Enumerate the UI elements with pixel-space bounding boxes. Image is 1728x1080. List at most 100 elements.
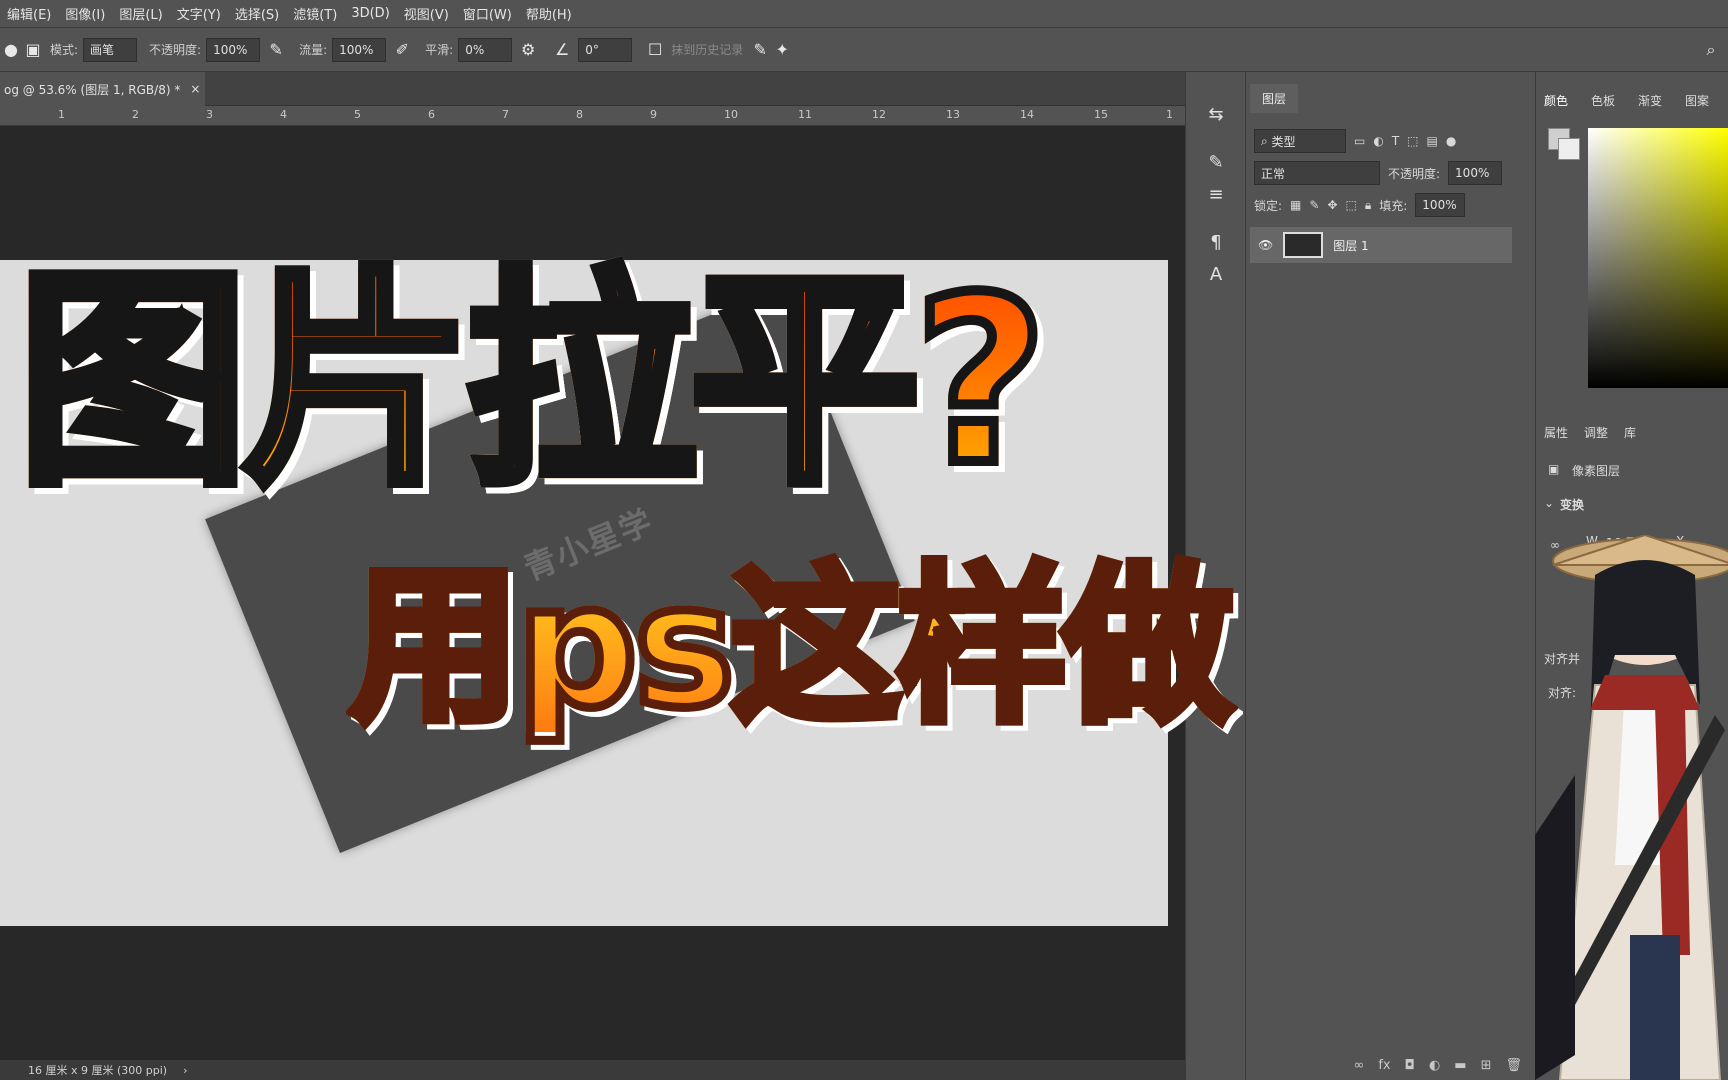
flow-field[interactable]: 100% [332,37,387,62]
filter-pixel-icon[interactable]: ▭ [1354,134,1365,148]
lock-label: 锁定: [1254,198,1283,213]
mode-select[interactable]: 画笔 [83,37,138,62]
new-layer-icon[interactable]: ⊞ [1481,1058,1492,1073]
history-group: ☐ 抹到历史记录 [644,39,743,61]
tab-properties[interactable]: 属性 [1544,424,1568,441]
lock-pixels-icon[interactable]: ✎ [1309,198,1319,212]
menu-view[interactable]: 视图(V) [404,4,449,23]
pressure-opacity-icon[interactable]: ✎ [265,39,287,61]
symmetry-icon[interactable]: ✦ [771,39,793,61]
history-panel-icon[interactable]: ⇆ [1204,102,1228,126]
menu-type[interactable]: 文字(Y) [177,4,221,23]
color-picker-field[interactable] [1588,128,1728,388]
brush-preset-icon[interactable]: ● [0,39,22,61]
status-bar: 16 厘米 x 9 厘米 (300 ppi) › [0,1060,1185,1080]
ruler-tick: 1 [1166,108,1173,121]
fx-icon[interactable]: fx [1378,1058,1390,1073]
brush-panel-icon[interactable]: ✎ [1204,150,1228,174]
adjust-panel-icon[interactable]: ≡ [1204,182,1228,206]
ruler-tick: 2 [132,108,139,121]
chevron-down-icon[interactable]: ⌄ [1544,496,1554,510]
tab-pattern[interactable]: 图案 [1685,92,1709,109]
menu-window[interactable]: 窗口(W) [463,4,512,23]
flow-label: 流量: [299,43,328,57]
layer-row[interactable]: 👁︎ 图层 1 [1250,227,1512,263]
pressure-size-icon[interactable]: ✎ [749,39,771,61]
layer-filter-select[interactable]: ⌕ 类型 [1254,129,1346,153]
tab-adjustments[interactable]: 调整 [1584,424,1608,441]
opacity-field[interactable]: 100% [206,37,261,62]
layers-panel: 图层 ⌕ 类型 ▭ ◐ T ⬚ ▤ ● 正常 不透明度: 100% 锁定: ▦ … [1245,72,1535,1080]
menu-layer[interactable]: 图层(L) [119,4,162,23]
history-label: 抹到历史记录 [671,43,744,57]
smooth-label: 平滑: [425,43,454,57]
fill-field[interactable]: 100% [1415,193,1466,217]
layers-footer: ∞ fx ◘ ◐ ▬ ⊞ 🗑︎ [1246,1050,1536,1080]
lock-position-icon[interactable]: ✥ [1327,198,1337,212]
tab-gradient[interactable]: 渐变 [1638,92,1662,109]
eye-icon[interactable]: 👁︎ [1258,238,1273,252]
mask-icon[interactable]: ◘ [1405,1058,1415,1073]
close-icon[interactable]: × [190,82,200,96]
tab-library[interactable]: 库 [1624,424,1636,441]
options-bar: ● ▣ 模式: 画笔 不透明度: 100% ✎ 流量: 100% ✐ 平滑: 0… [0,28,1728,72]
opacity-label: 不透明度: [149,43,202,57]
adjustment-icon[interactable]: ◐ [1429,1058,1440,1073]
blend-mode-select[interactable]: 正常 [1254,161,1380,185]
angle-group: ∠ 0° [551,37,633,62]
fill-label: 填充: [1379,198,1408,213]
gear-icon[interactable]: ⚙ [517,39,539,61]
blend-row: 正常 不透明度: 100% [1254,160,1527,186]
tab-layers[interactable]: 图层 [1250,84,1299,113]
ruler-tick: 4 [280,108,287,121]
angle-icon: ∠ [555,40,570,59]
filter-adjust-icon[interactable]: ◐ [1373,134,1383,148]
chevron-right-icon[interactable]: › [183,1064,187,1077]
character-illustration [1535,535,1728,1080]
layer-name[interactable]: 图层 1 [1333,237,1368,254]
airbrush-icon[interactable]: ✐ [391,39,413,61]
history-checkbox[interactable]: ☐ [644,39,666,61]
lock-artboard-icon[interactable]: ⬚ [1346,198,1357,212]
tab-color[interactable]: 颜色 [1544,92,1568,109]
link-icon[interactable]: ∞ [1354,1058,1365,1073]
lock-transparency-icon[interactable]: ▦ [1290,198,1301,212]
menu-edit[interactable]: 编辑(E) [7,4,51,23]
document-tab[interactable]: og @ 53.6% (图层 1, RGB/8) * × [0,72,205,106]
smooth-field[interactable]: 0% [458,37,513,62]
search-icon[interactable]: ⌕ [1700,39,1722,61]
layer-filter-row: ⌕ 类型 ▭ ◐ T ⬚ ▤ ● [1254,128,1527,154]
layer-thumbnail [1283,232,1324,258]
paragraph-icon[interactable]: ¶ [1204,230,1228,254]
layer-filter-label: 类型 [1271,134,1296,149]
ruler-tick: 7 [502,108,509,121]
brush-settings-icon[interactable]: ▣ [22,39,44,61]
horizontal-ruler: 1 2 3 4 5 6 7 8 9 10 11 12 13 14 15 1 [0,106,1185,126]
lock-all-icon[interactable]: 🔒︎ [1365,198,1371,213]
overlay-headline: 图片拉平? [13,249,1052,516]
layer-type-label: 像素图层 [1572,464,1621,478]
menu-select[interactable]: 选择(S) [235,4,279,23]
filter-shape-icon[interactable]: ⬚ [1407,134,1418,148]
overlay-subheadline: 用ps这样做 [346,548,1238,746]
menu-3d[interactable]: 3D(D) [351,6,389,21]
layer-opacity-field[interactable]: 100% [1448,161,1503,185]
menu-image[interactable]: 图像(I) [65,4,105,23]
ruler-tick: 3 [206,108,213,121]
menu-filter[interactable]: 滤镜(T) [293,4,337,23]
filter-toggle-icon[interactable]: ● [1446,134,1456,148]
background-swatch[interactable] [1558,138,1580,160]
filter-type-icon[interactable]: T [1392,134,1399,148]
angle-field[interactable]: 0° [578,37,633,62]
menu-bar: 编辑(E) 图像(I) 图层(L) 文字(Y) 选择(S) 滤镜(T) 3D(D… [0,0,1728,28]
menu-help[interactable]: 帮助(H) [526,4,572,23]
folder-icon[interactable]: ▬ [1454,1058,1466,1073]
trash-icon[interactable]: 🗑︎ [1505,1058,1522,1073]
ruler-tick: 9 [650,108,657,121]
character-icon[interactable]: A [1204,262,1228,286]
ruler-tick: 15 [1094,108,1108,121]
document-tab-bar: og @ 53.6% (图层 1, RGB/8) * × [0,72,1185,106]
filter-smart-icon[interactable]: ▤ [1427,134,1438,148]
tab-swatches[interactable]: 色板 [1591,92,1615,109]
mode-label: 模式: [50,43,79,57]
